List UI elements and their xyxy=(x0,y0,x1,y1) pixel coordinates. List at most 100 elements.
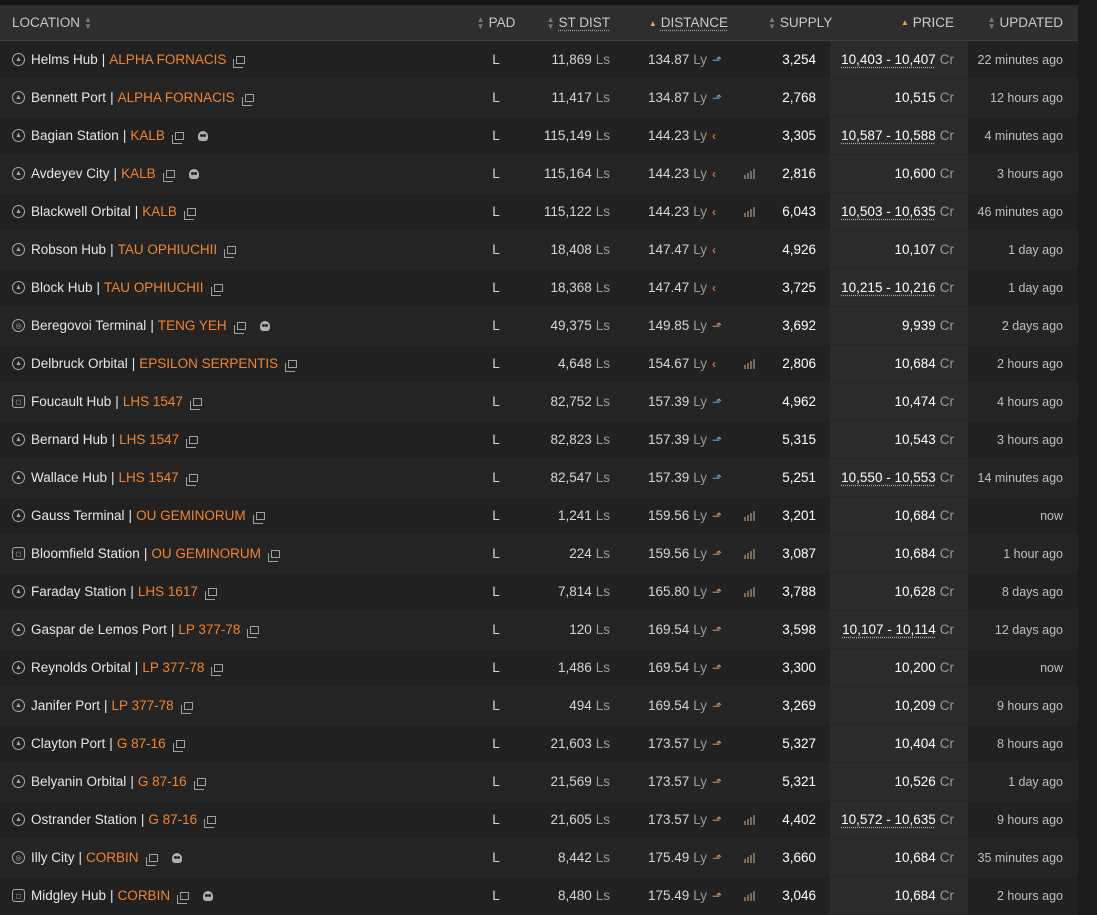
open-external-icon[interactable] xyxy=(233,321,246,334)
system-name-link[interactable]: TAU OPHIUCHII xyxy=(118,242,218,257)
scrollbar[interactable] xyxy=(1078,0,1097,887)
system-name-link[interactable]: TAU OPHIUCHII xyxy=(104,280,204,295)
station-name-link[interactable]: Beregovoi Terminal xyxy=(31,318,146,333)
system-name-link[interactable]: CORBIN xyxy=(118,888,171,903)
station-name-link[interactable]: Bagian Station xyxy=(31,128,119,143)
system-name-link[interactable]: LP 377-78 xyxy=(178,622,240,637)
system-name-link[interactable]: TENG YEH xyxy=(158,318,227,333)
open-external-icon[interactable] xyxy=(233,55,246,68)
col-st-dist-header[interactable]: ▲ ▼ ST DIST xyxy=(524,15,620,31)
bar-chart-icon[interactable] xyxy=(743,586,755,597)
station-name-link[interactable]: Illy City xyxy=(31,850,75,865)
table-row[interactable]: ▲ Faraday Station | LHS 1617 L 7,814 Ls 1… xyxy=(0,573,1078,611)
station-name-link[interactable]: Ostrander Station xyxy=(31,812,137,827)
table-row[interactable]: ▲ Clayton Port | G 87-16 L 21,603 Ls 173.… xyxy=(0,725,1078,763)
table-row[interactable]: ◻ Foucault Hub | LHS 1547 L 82,752 Ls 157… xyxy=(0,383,1078,421)
table-row[interactable]: ▲ Helms Hub | ALPHA FORNACIS L 11,869 Ls … xyxy=(0,41,1078,79)
bar-chart-icon[interactable] xyxy=(743,548,755,559)
open-external-icon[interactable] xyxy=(285,359,298,372)
price-value[interactable]: 10,572 - 10,635 xyxy=(841,812,936,827)
open-external-icon[interactable] xyxy=(145,853,158,866)
station-name-link[interactable]: Robson Hub xyxy=(31,242,106,257)
open-external-icon[interactable] xyxy=(185,473,198,486)
table-row[interactable]: ◎ Illy City | CORBIN L 8,442 Ls 175.49 Ly ⬏… xyxy=(0,839,1078,877)
table-row[interactable]: ▲ Bernard Hub | LHS 1547 L 82,823 Ls 157.… xyxy=(0,421,1078,459)
system-name-link[interactable]: OU GEMINORUM xyxy=(136,508,246,523)
table-row[interactable]: ▲ Block Hub | TAU OPHIUCHII L 18,368 Ls 1… xyxy=(0,269,1078,307)
price-value[interactable]: 10,403 - 10,407 xyxy=(841,52,936,67)
col-distance-header[interactable]: ▲ DISTANCE xyxy=(620,15,768,30)
system-name-link[interactable]: LP 377-78 xyxy=(142,660,204,675)
station-name-link[interactable]: Helms Hub xyxy=(31,52,98,67)
station-name-link[interactable]: Clayton Port xyxy=(31,736,105,751)
station-name-link[interactable]: Avdeyev City xyxy=(31,166,110,181)
station-name-link[interactable]: Faraday Station xyxy=(31,584,126,599)
station-name-link[interactable]: Bernard Hub xyxy=(31,432,108,447)
station-name-link[interactable]: Wallace Hub xyxy=(31,470,107,485)
table-row[interactable]: ▲ Blackwell Orbital | KALB L 115,122 Ls 1… xyxy=(0,193,1078,231)
system-name-link[interactable]: LHS 1617 xyxy=(138,584,198,599)
station-name-link[interactable]: Gaspar de Lemos Port xyxy=(31,622,167,637)
open-external-icon[interactable] xyxy=(193,777,206,790)
station-name-link[interactable]: Bloomfield Station xyxy=(31,546,140,561)
bar-chart-icon[interactable] xyxy=(743,852,755,863)
station-name-link[interactable]: Gauss Terminal xyxy=(31,508,125,523)
open-external-icon[interactable] xyxy=(247,625,260,638)
table-row[interactable]: ▲ Ostrander Station | G 87-16 L 21,605 Ls… xyxy=(0,801,1078,839)
open-external-icon[interactable] xyxy=(186,435,199,448)
station-name-link[interactable]: Block Hub xyxy=(31,280,93,295)
system-name-link[interactable]: CORBIN xyxy=(86,850,139,865)
system-name-link[interactable]: EPSILON SERPENTIS xyxy=(139,356,278,371)
open-external-icon[interactable] xyxy=(177,891,190,904)
price-value[interactable]: 10,107 - 10,114 xyxy=(842,622,936,637)
table-row[interactable]: ▲ Robson Hub | TAU OPHIUCHII L 18,408 Ls … xyxy=(0,231,1078,269)
table-row[interactable]: ▲ Janifer Port | LP 377-78 L 494 Ls 169.5… xyxy=(0,687,1078,725)
open-external-icon[interactable] xyxy=(171,131,184,144)
station-name-link[interactable]: Blackwell Orbital xyxy=(31,204,131,219)
col-location-header[interactable]: LOCATION ▲ ▼ xyxy=(0,15,468,30)
station-name-link[interactable]: Janifer Port xyxy=(31,698,100,713)
system-name-link[interactable]: LHS 1547 xyxy=(123,394,183,409)
system-name-link[interactable]: KALB xyxy=(130,128,165,143)
system-name-link[interactable]: OU GEMINORUM xyxy=(151,546,261,561)
system-name-link[interactable]: KALB xyxy=(121,166,156,181)
open-external-icon[interactable] xyxy=(204,815,217,828)
open-external-icon[interactable] xyxy=(211,663,224,676)
open-external-icon[interactable] xyxy=(180,701,193,714)
table-row[interactable]: ▲ Wallace Hub | LHS 1547 L 82,547 Ls 157.… xyxy=(0,459,1078,497)
station-name-link[interactable]: Bennett Port xyxy=(31,90,106,105)
table-row[interactable]: ▲ Bennett Port | ALPHA FORNACIS L 11,417… xyxy=(0,79,1078,117)
table-row[interactable]: ◻ Bloomfield Station | OU GEMINORUM L 22… xyxy=(0,535,1078,573)
open-external-icon[interactable] xyxy=(204,587,217,600)
system-name-link[interactable]: KALB xyxy=(142,204,177,219)
table-row[interactable]: ▲ Belyanin Orbital | G 87-16 L 21,569 Ls … xyxy=(0,763,1078,801)
col-supply-header[interactable]: ▲ ▼ SUPPLY xyxy=(768,15,832,31)
bar-chart-icon[interactable] xyxy=(743,814,755,825)
price-value[interactable]: 10,215 - 10,216 xyxy=(841,280,936,295)
open-external-icon[interactable] xyxy=(183,207,196,220)
system-name-link[interactable]: G 87-16 xyxy=(138,774,187,789)
table-row[interactable]: ▲ Bagian Station | KALB L 115,149 Ls 144.… xyxy=(0,117,1078,155)
open-external-icon[interactable] xyxy=(267,549,280,562)
col-pad-header[interactable]: ▲ ▼ PAD xyxy=(468,15,524,31)
open-external-icon[interactable] xyxy=(162,169,175,182)
price-value[interactable]: 10,550 - 10,553 xyxy=(841,470,936,485)
table-row[interactable]: ◎ Beregovoi Terminal | TENG YEH L 49,375… xyxy=(0,307,1078,345)
price-value[interactable]: 10,587 - 10,588 xyxy=(841,128,936,143)
bar-chart-icon[interactable] xyxy=(743,890,755,901)
table-row[interactable]: ▲ Delbruck Orbital | EPSILON SERPENTIS L… xyxy=(0,345,1078,383)
table-row[interactable]: ▲ Gauss Terminal | OU GEMINORUM L 1,241 L… xyxy=(0,497,1078,535)
system-name-link[interactable]: LHS 1547 xyxy=(119,470,179,485)
table-row[interactable]: ◻ Midgley Hub | CORBIN L 8,480 Ls 175.49 L… xyxy=(0,877,1078,915)
table-row[interactable]: ▲ Reynolds Orbital | LP 377-78 L 1,486 Ls… xyxy=(0,649,1078,687)
open-external-icon[interactable] xyxy=(224,245,237,258)
table-row[interactable]: ▲ Avdeyev City | KALB L 115,164 Ls 144.23… xyxy=(0,155,1078,193)
station-name-link[interactable]: Delbruck Orbital xyxy=(31,356,128,371)
bar-chart-icon[interactable] xyxy=(743,510,755,521)
bar-chart-icon[interactable] xyxy=(743,206,755,217)
system-name-link[interactable]: G 87-16 xyxy=(117,736,166,751)
station-name-link[interactable]: Belyanin Orbital xyxy=(31,774,126,789)
open-external-icon[interactable] xyxy=(252,511,265,524)
open-external-icon[interactable] xyxy=(210,283,223,296)
station-name-link[interactable]: Foucault Hub xyxy=(31,394,111,409)
